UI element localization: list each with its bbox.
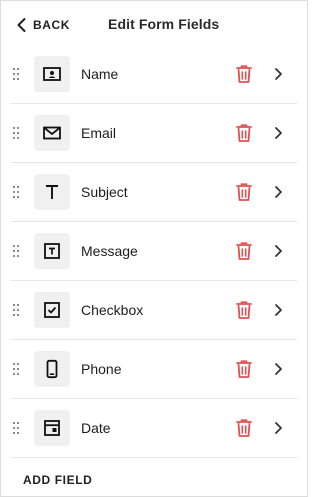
field-label: Name (81, 66, 119, 82)
field-label: Subject (81, 184, 128, 200)
drag-handle-icon[interactable] (13, 68, 21, 80)
envelope-icon (43, 126, 61, 140)
chevron-right-icon[interactable] (273, 126, 283, 140)
field-label: Phone (81, 361, 122, 377)
field-label: Date (81, 420, 111, 436)
phone-icon (46, 359, 58, 379)
field-type-icon-box (34, 233, 70, 269)
page-title: Edit Form Fields (108, 16, 220, 32)
back-button[interactable]: BACK (16, 16, 70, 34)
chevron-right-icon[interactable] (273, 303, 283, 317)
back-label: BACK (33, 18, 71, 32)
header: BACK Edit Form Fields (1, 1, 307, 49)
field-type-icon-box (34, 351, 70, 387)
name-card-icon (43, 67, 61, 81)
text-t-icon (46, 185, 58, 199)
chevron-right-icon[interactable] (273, 421, 283, 435)
field-type-icon-box (34, 292, 70, 328)
field-type-icon-box (34, 410, 70, 446)
text-box-icon (44, 243, 60, 259)
field-row-name[interactable]: Name (11, 45, 297, 104)
chevron-right-icon[interactable] (273, 362, 283, 376)
add-field-button[interactable]: ADD FIELD (23, 473, 92, 487)
checkbox-icon (44, 302, 60, 318)
field-row-subject[interactable]: Subject (11, 163, 297, 222)
field-label: Message (81, 243, 138, 259)
field-row-checkbox[interactable]: Checkbox (11, 281, 297, 340)
field-row-message[interactable]: Message (11, 222, 297, 281)
field-row-date[interactable]: Date (11, 399, 297, 458)
field-type-icon-box (34, 174, 70, 210)
trash-icon[interactable] (235, 418, 253, 438)
chevron-right-icon[interactable] (273, 185, 283, 199)
trash-icon[interactable] (235, 182, 253, 202)
drag-handle-icon[interactable] (13, 127, 21, 139)
trash-icon[interactable] (235, 241, 253, 261)
field-label: Email (81, 125, 117, 141)
field-list: Name Email Subject Message Checkbox Phon… (1, 45, 307, 458)
field-type-icon-box (34, 56, 70, 92)
calendar-icon (44, 420, 60, 436)
drag-handle-icon[interactable] (13, 186, 21, 198)
trash-icon[interactable] (235, 64, 253, 84)
drag-handle-icon[interactable] (13, 245, 21, 257)
trash-icon[interactable] (235, 123, 253, 143)
field-row-phone[interactable]: Phone (11, 340, 297, 399)
trash-icon[interactable] (235, 359, 253, 379)
drag-handle-icon[interactable] (13, 422, 21, 434)
edit-form-fields-panel: BACK Edit Form Fields Name Email Subject… (0, 0, 308, 497)
field-type-icon-box (34, 115, 70, 151)
field-row-email[interactable]: Email (11, 104, 297, 163)
chevron-left-icon (17, 18, 26, 32)
chevron-right-icon[interactable] (273, 244, 283, 258)
chevron-right-icon[interactable] (273, 67, 283, 81)
drag-handle-icon[interactable] (13, 304, 21, 316)
drag-handle-icon[interactable] (13, 363, 21, 375)
trash-icon[interactable] (235, 300, 253, 320)
field-label: Checkbox (81, 302, 144, 318)
